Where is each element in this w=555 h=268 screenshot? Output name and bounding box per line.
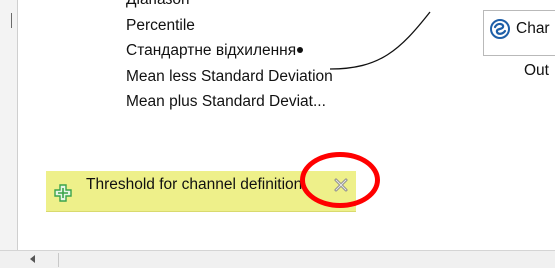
channel-swirl-icon <box>490 19 510 39</box>
connection-line[interactable] <box>0 0 555 267</box>
note-text[interactable]: Threshold for channel definition <box>86 175 316 195</box>
resize-grip-icon[interactable]: ▪▪▪ <box>335 199 348 209</box>
scrollbar-divider <box>58 253 59 267</box>
sticky-note[interactable]: Threshold for channel definition ▪▪▪ <box>46 171 356 212</box>
channel-node[interactable]: Char <box>483 10 555 56</box>
channel-output-label: Out <box>524 62 549 79</box>
channel-node-label: Char <box>516 20 550 37</box>
horizontal-scrollbar[interactable] <box>0 250 555 268</box>
scroll-left-arrow-icon[interactable] <box>30 255 35 263</box>
close-icon[interactable] <box>333 177 349 193</box>
channel-node-header: Char <box>490 19 550 39</box>
plus-icon[interactable] <box>54 184 72 202</box>
